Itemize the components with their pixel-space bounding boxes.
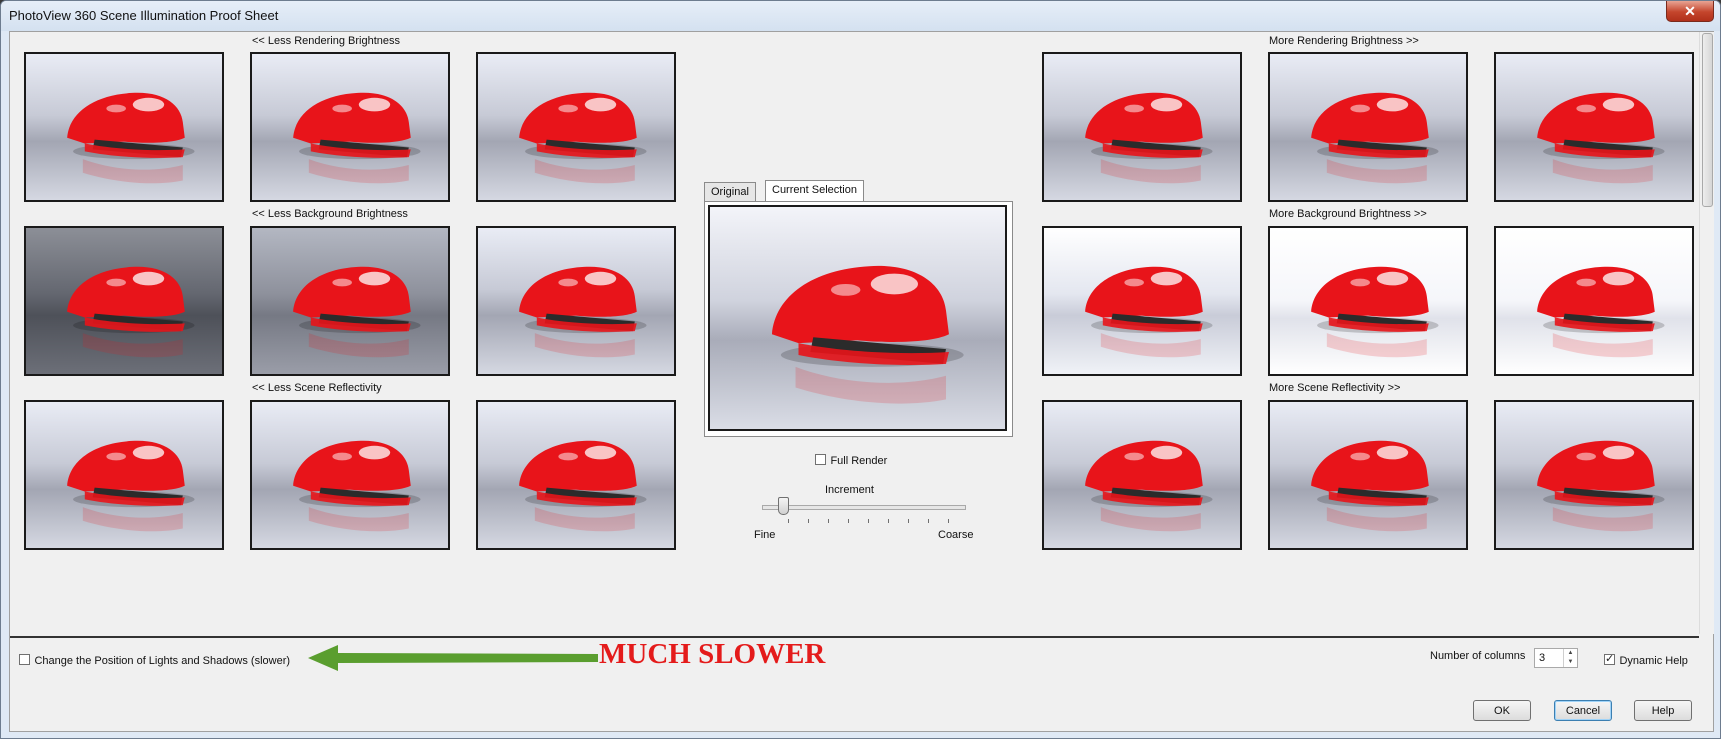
thumbnail-less-background-2[interactable] <box>250 226 450 376</box>
preview-image <box>708 205 1007 431</box>
thumbnail-less-rendering-1[interactable] <box>24 52 224 202</box>
cancel-button[interactable]: Cancel <box>1554 700 1612 721</box>
thumbnail-more-rendering-2[interactable] <box>1268 52 1468 202</box>
spinner-up-icon[interactable]: ▲ <box>1564 649 1577 658</box>
thumbnail-more-rendering-3[interactable] <box>1494 52 1694 202</box>
dialog-window: PhotoView 360 Scene Illumination Proof S… <box>0 0 1721 739</box>
number-of-columns-value: 3 <box>1539 652 1546 664</box>
thumbnail-more-background-2[interactable] <box>1268 226 1468 376</box>
vertical-scrollbar[interactable] <box>1699 32 1714 634</box>
preview-frame <box>704 201 1013 437</box>
label-less-rendering-brightness: << Less Rendering Brightness <box>252 35 400 47</box>
lights-shadows-row: Change the Position of Lights and Shadow… <box>19 651 290 669</box>
much-slower-annotation: MUCH SLOWER <box>599 638 826 670</box>
thumbnail-less-reflectivity-3[interactable] <box>476 400 676 550</box>
thumbnail-less-background-3[interactable] <box>476 226 676 376</box>
lights-shadows-checkbox[interactable] <box>19 654 30 666</box>
dynamic-help-checkbox[interactable] <box>1604 652 1615 666</box>
thumbnail-more-rendering-1[interactable] <box>1042 52 1242 202</box>
thumbnail-less-background-1[interactable] <box>24 226 224 376</box>
preview-panel: Original Current Selection <box>704 180 1014 472</box>
close-icon: ✕ <box>1684 2 1696 19</box>
tab-original[interactable]: Original <box>704 182 756 202</box>
label-less-background-brightness: << Less Background Brightness <box>252 208 408 220</box>
slider-tick <box>908 519 909 523</box>
green-arrow-icon <box>308 645 598 671</box>
slider-tick <box>888 519 889 523</box>
dialog-client-area: << Less Rendering Brightness << Less Bac… <box>9 31 1714 732</box>
scrollbar-thumb[interactable] <box>1702 33 1713 207</box>
increment-slider-thumb[interactable] <box>778 497 790 515</box>
label-more-scene-reflectivity: More Scene Reflectivity >> <box>1269 382 1401 394</box>
thumbnail-less-rendering-3[interactable] <box>476 52 676 202</box>
slider-tick <box>928 519 929 523</box>
slider-tick <box>848 519 849 523</box>
thumbnail-less-rendering-2[interactable] <box>250 52 450 202</box>
ok-button[interactable]: OK <box>1473 700 1531 721</box>
lights-shadows-label: Change the Position of Lights and Shadow… <box>34 655 291 667</box>
thumbnail-less-reflectivity-1[interactable] <box>24 400 224 550</box>
slider-tick <box>948 519 949 523</box>
spinner-down-icon[interactable]: ▼ <box>1564 658 1577 667</box>
slider-tick <box>808 519 809 523</box>
thumbnail-more-background-1[interactable] <box>1042 226 1242 376</box>
full-render-row: Full Render <box>815 451 887 469</box>
help-button[interactable]: Help <box>1634 700 1692 721</box>
thumbnail-more-background-3[interactable] <box>1494 226 1694 376</box>
window-title: PhotoView 360 Scene Illumination Proof S… <box>9 8 279 23</box>
slider-tick <box>828 519 829 523</box>
label-more-rendering-brightness: More Rendering Brightness >> <box>1269 35 1419 47</box>
spinner-arrows: ▲ ▼ <box>1563 649 1577 667</box>
dynamic-help-row: Dynamic Help <box>1604 651 1688 669</box>
increment-label: Increment <box>825 484 874 496</box>
increment-fine-label: Fine <box>754 529 776 541</box>
increment-coarse-label: Coarse <box>938 529 974 541</box>
increment-slider-track[interactable] <box>762 505 966 510</box>
thumbnail-less-reflectivity-2[interactable] <box>250 400 450 550</box>
label-more-background-brightness: More Background Brightness >> <box>1269 208 1427 220</box>
title-bar: PhotoView 360 Scene Illumination Proof S… <box>1 1 1720 31</box>
thumbnail-more-reflectivity-2[interactable] <box>1268 400 1468 550</box>
close-button[interactable]: ✕ <box>1666 1 1714 22</box>
dynamic-help-label: Dynamic Help <box>1619 655 1688 667</box>
number-of-columns-spinner[interactable]: 3 ▲ ▼ <box>1534 648 1578 668</box>
slider-tick <box>788 519 789 523</box>
number-of-columns-label: Number of columns <box>1430 650 1526 662</box>
thumbnail-more-reflectivity-3[interactable] <box>1494 400 1694 550</box>
bottom-separator <box>10 636 1699 638</box>
tab-current-selection[interactable]: Current Selection <box>765 180 864 202</box>
thumbnail-more-reflectivity-1[interactable] <box>1042 400 1242 550</box>
slider-tick <box>868 519 869 523</box>
label-less-scene-reflectivity: << Less Scene Reflectivity <box>252 382 382 394</box>
full-render-label: Full Render <box>830 455 888 467</box>
full-render-checkbox[interactable] <box>815 454 826 466</box>
